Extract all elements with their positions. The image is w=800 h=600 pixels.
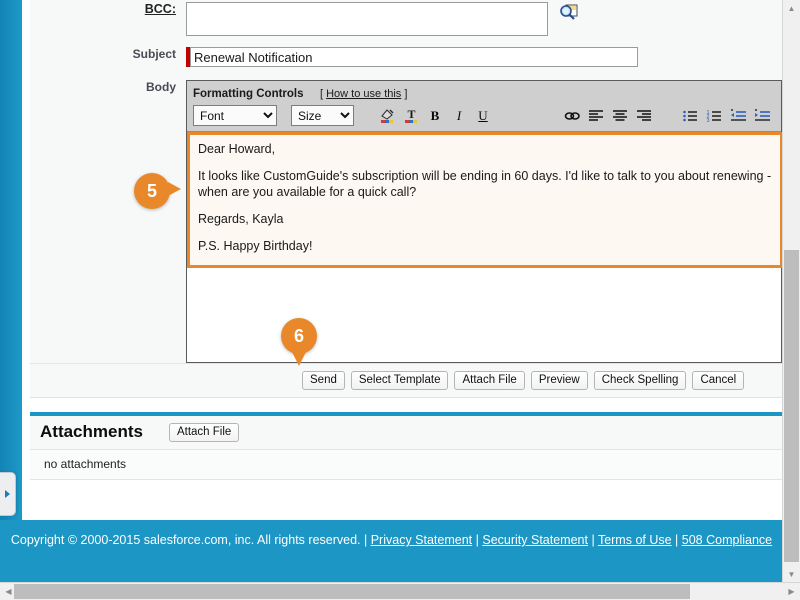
subject-input[interactable] bbox=[190, 47, 638, 67]
decrease-indent-icon[interactable] bbox=[727, 105, 749, 126]
bcc-field-wrap bbox=[186, 2, 783, 36]
bold-icon[interactable]: B bbox=[424, 105, 446, 126]
font-size-select[interactable]: Size bbox=[291, 105, 354, 126]
chevron-right-icon bbox=[5, 490, 10, 498]
align-left-icon[interactable] bbox=[585, 105, 607, 126]
cancel-button[interactable]: Cancel bbox=[692, 371, 745, 390]
callout-number: 6 bbox=[281, 318, 317, 366]
form-actions: Send Select Template Attach File Preview… bbox=[30, 363, 783, 397]
attach-file-button[interactable]: Attach File bbox=[454, 371, 525, 390]
subject-row: Subject bbox=[30, 42, 783, 74]
horizontal-scrollbar-thumb[interactable] bbox=[14, 584, 690, 599]
horizontal-scrollbar[interactable]: ◀ ▶ bbox=[0, 582, 800, 600]
callout-marker-5: 5 bbox=[134, 173, 181, 209]
body-paragraph: It looks like CustomGuide's subscription… bbox=[198, 169, 772, 199]
email-body-text[interactable]: Dear Howard, It looks like CustomGuide's… bbox=[187, 132, 783, 268]
page-canvas: BCC: Subject Renewal Notification Body F… bbox=[0, 0, 783, 583]
attachments-title: Attachments bbox=[40, 422, 143, 441]
align-center-icon[interactable] bbox=[609, 105, 631, 126]
body-row: Body Formatting Controls [ How to use th… bbox=[30, 74, 783, 363]
increase-indent-icon[interactable] bbox=[751, 105, 773, 126]
body-paragraph: P.S. Happy Birthday! bbox=[198, 239, 313, 253]
formatting-toolbar: Formatting Controls [ How to use this ] … bbox=[187, 81, 781, 132]
vertical-scrollbar[interactable]: ▲ ▼ bbox=[782, 0, 800, 583]
bcc-row: BCC: bbox=[30, 0, 783, 42]
subject-field-wrap bbox=[186, 47, 783, 67]
formatting-controls-label: Formatting Controls bbox=[193, 88, 304, 100]
compliance-link[interactable]: 508 Compliance bbox=[682, 533, 772, 547]
numbered-list-icon[interactable]: 123 bbox=[703, 105, 725, 126]
font-family-select[interactable]: Font bbox=[193, 105, 277, 126]
left-blue-rail bbox=[0, 0, 22, 520]
attachments-panel: Attachments Attach File no attachments bbox=[30, 412, 782, 480]
attachments-header: Attachments Attach File bbox=[30, 416, 782, 449]
preview-button[interactable]: Preview bbox=[530, 371, 588, 390]
body-label: Body bbox=[146, 80, 176, 94]
search-lookup-icon[interactable] bbox=[559, 4, 578, 23]
align-right-icon[interactable] bbox=[633, 105, 655, 126]
copyright-text: Copyright © 2000-2015 salesforce.com, in… bbox=[10, 533, 371, 547]
body-paragraph: Regards, Kayla bbox=[198, 212, 284, 226]
bulleted-list-icon[interactable] bbox=[679, 105, 701, 126]
security-statement-link[interactable]: Security Statement bbox=[482, 533, 588, 547]
background-color-icon[interactable] bbox=[376, 105, 398, 126]
toolbar-controls: Font Size T B I U 1 2 3 bbox=[193, 105, 775, 126]
vertical-scrollbar-thumb[interactable] bbox=[784, 250, 799, 562]
attachments-attach-file-button[interactable]: Attach File bbox=[168, 422, 240, 442]
how-to-use-this[interactable]: [ How to use this ] bbox=[320, 88, 407, 100]
scroll-right-arrow[interactable]: ▶ bbox=[783, 583, 800, 600]
sidebar-expand-toggle[interactable] bbox=[0, 472, 16, 516]
app-root: BCC: Subject Renewal Notification Body F… bbox=[0, 0, 800, 600]
send-button[interactable]: Send bbox=[302, 371, 345, 390]
privacy-statement-link[interactable]: Privacy Statement bbox=[371, 533, 472, 547]
how-to-use-this-link[interactable]: How to use this bbox=[326, 88, 401, 100]
subject-label: Subject bbox=[132, 47, 176, 61]
email-body-editor[interactable]: Dear Howard, It looks like CustomGuide's… bbox=[187, 132, 783, 362]
underline-icon[interactable]: U bbox=[472, 105, 494, 126]
body-field-wrap: Formatting Controls [ How to use this ] … bbox=[186, 80, 783, 363]
attachments-empty-message: no attachments bbox=[30, 449, 782, 480]
check-spelling-button[interactable]: Check Spelling bbox=[593, 371, 687, 390]
rich-text-editor: Formatting Controls [ How to use this ] … bbox=[186, 80, 783, 363]
select-template-button[interactable]: Select Template bbox=[350, 371, 449, 390]
italic-icon[interactable]: I bbox=[448, 105, 470, 126]
terms-of-use-link[interactable]: Terms of Use bbox=[598, 533, 672, 547]
body-paragraph: Dear Howard, bbox=[198, 142, 276, 156]
font-color-icon[interactable]: T bbox=[400, 105, 422, 126]
svg-text:T: T bbox=[407, 107, 415, 121]
bcc-label: BCC: bbox=[144, 2, 176, 16]
scroll-up-arrow[interactable]: ▲ bbox=[783, 0, 800, 17]
callout-marker-6: 6 bbox=[281, 318, 317, 366]
insert-link-icon[interactable] bbox=[561, 105, 583, 126]
svg-text:3: 3 bbox=[706, 118, 709, 123]
callout-number: 5 bbox=[134, 173, 181, 209]
bcc-input[interactable] bbox=[186, 2, 548, 36]
page-footer: Copyright © 2000-2015 salesforce.com, in… bbox=[0, 520, 783, 583]
scroll-down-arrow[interactable]: ▼ bbox=[783, 566, 800, 583]
toolbar-header: Formatting Controls [ How to use this ] bbox=[193, 84, 775, 102]
